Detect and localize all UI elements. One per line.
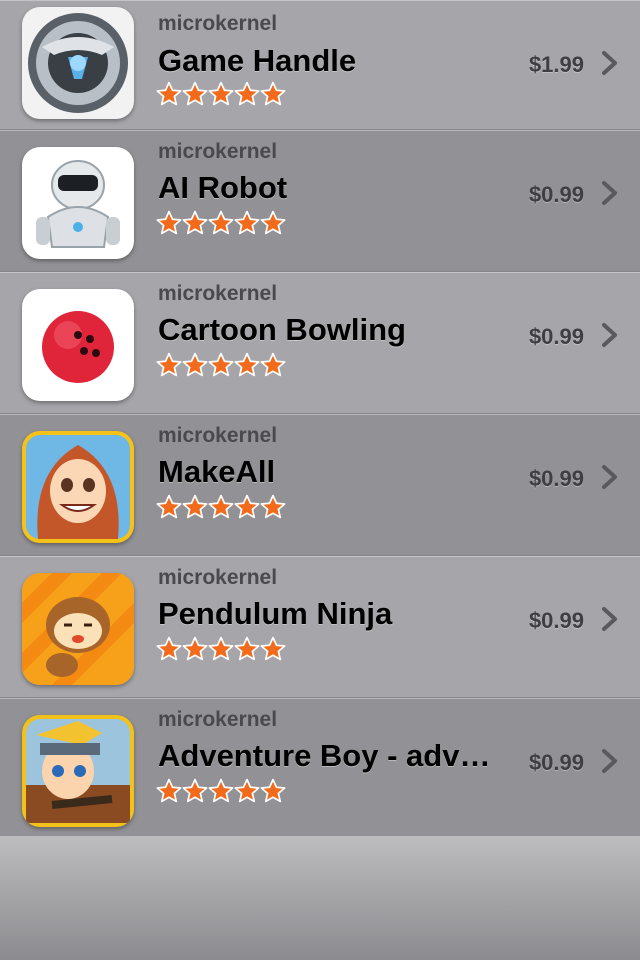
star-icon	[260, 210, 286, 236]
star-icon	[182, 494, 208, 520]
star-icon	[156, 636, 182, 662]
star-icon	[182, 81, 208, 107]
price-label: $0.99	[528, 750, 584, 775]
app-title: MakeAll	[158, 454, 276, 489]
star-icon	[260, 778, 286, 804]
star-icon	[182, 352, 208, 378]
developer-name: microkernel	[158, 282, 278, 305]
star-icon	[260, 352, 286, 378]
rating-stars	[156, 494, 286, 522]
app-row-adventure-boy[interactable]: microkernel Adventure Boy - adventure $0…	[0, 698, 640, 840]
rating-stars	[156, 352, 286, 380]
chevron-right-icon	[600, 50, 620, 76]
developer-name: microkernel	[158, 566, 278, 589]
developer-name: microkernel	[158, 708, 278, 731]
app-row-pendulum-ninja[interactable]: microkernel Pendulum Ninja $0.99	[0, 556, 640, 698]
star-icon	[260, 81, 286, 107]
chevron-right-icon	[600, 180, 620, 206]
app-title: Game Handle	[158, 43, 357, 78]
star-icon	[208, 494, 234, 520]
star-icon	[234, 778, 260, 804]
star-icon	[234, 210, 260, 236]
star-icon	[208, 352, 234, 378]
app-row-cartoon-bowling[interactable]: microkernel Cartoon Bowling $0.99	[0, 272, 640, 414]
app-row-makeall[interactable]: microkernel MakeAll $0.99	[0, 414, 640, 556]
app-row-game-handle[interactable]: microkernel Game Handle $1.99	[0, 0, 640, 130]
app-row-ai-robot[interactable]: microkernel AI Robot $0.99	[0, 130, 640, 272]
bottom-bar	[0, 836, 640, 960]
star-icon	[234, 636, 260, 662]
price-label: $0.99	[528, 608, 584, 633]
star-icon	[234, 81, 260, 107]
price-label: $0.99	[528, 466, 584, 491]
game-handle-icon	[22, 7, 134, 119]
star-icon	[234, 494, 260, 520]
star-icon	[234, 352, 260, 378]
robot-icon	[22, 147, 134, 259]
app-title: AI Robot	[158, 170, 288, 205]
app-title: Cartoon Bowling	[158, 312, 406, 347]
star-icon	[260, 636, 286, 662]
star-icon	[156, 494, 182, 520]
star-icon	[156, 778, 182, 804]
rating-stars	[156, 210, 286, 238]
app-title: Adventure Boy - adventure	[158, 738, 503, 773]
chevron-right-icon	[600, 606, 620, 632]
bowling-ball-icon	[22, 289, 134, 401]
developer-name: microkernel	[158, 140, 278, 163]
ninja-boy-icon	[22, 715, 134, 827]
app-list: microkernel Game Handle $1.99 microkerne…	[0, 0, 640, 840]
rating-stars	[156, 636, 286, 664]
star-icon	[208, 636, 234, 662]
monkey-icon	[22, 573, 134, 685]
star-icon	[208, 778, 234, 804]
developer-name: microkernel	[158, 424, 278, 447]
price-label: $0.99	[528, 182, 584, 207]
star-icon	[182, 636, 208, 662]
star-icon	[156, 81, 182, 107]
star-icon	[260, 494, 286, 520]
developer-name: microkernel	[158, 12, 278, 35]
star-icon	[208, 81, 234, 107]
rating-stars	[156, 778, 286, 806]
star-icon	[182, 778, 208, 804]
star-icon	[208, 210, 234, 236]
chevron-right-icon	[600, 322, 620, 348]
app-title: Pendulum Ninja	[158, 596, 393, 631]
chevron-right-icon	[600, 464, 620, 490]
star-icon	[156, 352, 182, 378]
cartoon-girl-icon	[22, 431, 134, 543]
rating-stars	[156, 81, 286, 109]
chevron-right-icon	[600, 748, 620, 774]
price-label: $0.99	[528, 324, 584, 349]
star-icon	[156, 210, 182, 236]
price-label: $1.99	[528, 52, 584, 77]
star-icon	[182, 210, 208, 236]
